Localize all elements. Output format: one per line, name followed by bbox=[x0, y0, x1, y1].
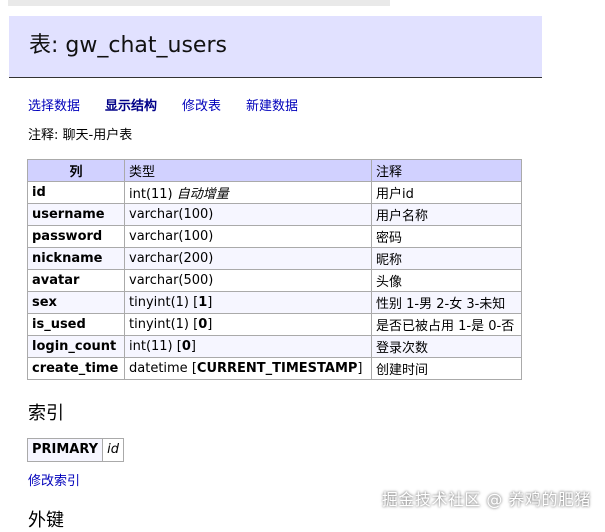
field-type-name: tinyint(1) bbox=[129, 295, 190, 310]
field-comment: 用户id bbox=[371, 181, 522, 204]
field-type-name: varchar(100) bbox=[129, 229, 214, 244]
index-columns: id bbox=[107, 442, 119, 457]
field-type-name: datetime bbox=[129, 361, 188, 376]
nav-alter-table-link[interactable]: 修改表 bbox=[182, 98, 221, 116]
title-bar: 表: gw_chat_users bbox=[9, 16, 542, 78]
field-comment: 登录次数 bbox=[371, 335, 522, 358]
edit-indexes-link[interactable]: 修改索引 bbox=[28, 473, 80, 491]
field-default: 1 bbox=[198, 295, 208, 310]
field-name: create_time bbox=[27, 357, 125, 380]
table-row: password varchar(100) 密码 bbox=[27, 225, 522, 248]
field-name: username bbox=[27, 203, 125, 226]
field-name: is_used bbox=[27, 313, 125, 336]
header-comment: 注释 bbox=[371, 159, 522, 182]
table-row: sex tinyint(1) [1] 性别 1-男 2-女 3-未知 bbox=[27, 291, 522, 314]
field-extra: 自动增量 bbox=[176, 187, 229, 202]
watermark: 掘金技术社区 @ 养鸡的肥猪 bbox=[381, 490, 591, 509]
field-comment: 昵称 bbox=[371, 247, 522, 270]
field-name: password bbox=[27, 225, 125, 248]
field-comment: 头像 bbox=[371, 269, 522, 292]
field-type: tinyint(1) [1] bbox=[124, 291, 372, 314]
index-row: PRIMARY id bbox=[27, 438, 124, 462]
table-row: nickname varchar(200) 昵称 bbox=[27, 247, 522, 270]
field-comment: 是否已被占用 1-是 0-否 bbox=[371, 313, 522, 336]
header-type: 类型 bbox=[124, 159, 372, 182]
field-type-name: int(11) bbox=[129, 339, 173, 354]
nav-select-data-link[interactable]: 选择数据 bbox=[28, 98, 80, 116]
field-type-name: varchar(500) bbox=[129, 273, 214, 288]
structure-table: 列 类型 注释 id int(11) 自动增量 用户id username varcha… bbox=[27, 159, 522, 380]
field-default: CURRENT_TIMESTAMP bbox=[196, 361, 358, 376]
horizontal-scrollbar[interactable] bbox=[8, 0, 390, 6]
field-type: int(11) [0] bbox=[124, 335, 372, 358]
field-comment: 创建时间 bbox=[371, 357, 522, 380]
field-name: avatar bbox=[27, 269, 125, 292]
field-type-name: varchar(100) bbox=[129, 207, 214, 222]
index-type: PRIMARY bbox=[28, 439, 104, 461]
table-row: is_used tinyint(1) [0] 是否已被占用 1-是 0-否 bbox=[27, 313, 522, 336]
field-comment: 密码 bbox=[371, 225, 522, 248]
field-default: 0 bbox=[181, 339, 191, 354]
field-default: 0 bbox=[198, 317, 208, 332]
field-name: login_count bbox=[27, 335, 125, 358]
foreign-keys-heading: 外键 bbox=[28, 510, 64, 531]
nav-new-item-link[interactable]: 新建数据 bbox=[246, 98, 298, 116]
field-type-name: tinyint(1) bbox=[129, 317, 190, 332]
table-nav: 选择数据 显示结构 修改表 新建数据 bbox=[28, 98, 323, 116]
table-row: username varchar(100) 用户名称 bbox=[27, 203, 522, 226]
field-name: id bbox=[27, 181, 125, 204]
field-name: sex bbox=[27, 291, 125, 314]
field-name: nickname bbox=[27, 247, 125, 270]
field-type: varchar(500) bbox=[124, 269, 372, 292]
field-comment: 用户名称 bbox=[371, 203, 522, 226]
field-type: int(11) 自动增量 bbox=[124, 181, 372, 204]
table-row: avatar varchar(500) 头像 bbox=[27, 269, 522, 292]
table-row: login_count int(11) [0] 登录次数 bbox=[27, 335, 522, 358]
table-row: id int(11) 自动增量 用户id bbox=[27, 181, 522, 204]
field-type: varchar(200) bbox=[124, 247, 372, 270]
indexes-heading: 索引 bbox=[28, 403, 64, 424]
field-type: varchar(100) bbox=[124, 203, 372, 226]
field-type-name: varchar(200) bbox=[129, 251, 214, 266]
table-header-row: 列 类型 注释 bbox=[27, 159, 522, 182]
field-type: tinyint(1) [0] bbox=[124, 313, 372, 336]
field-type: varchar(100) bbox=[124, 225, 372, 248]
header-column: 列 bbox=[27, 159, 125, 182]
table-row: create_time datetime [CURRENT_TIMESTAMP] 创… bbox=[27, 357, 522, 380]
field-comment: 性别 1-男 2-女 3-未知 bbox=[371, 291, 522, 314]
field-type: datetime [CURRENT_TIMESTAMP] bbox=[124, 357, 372, 380]
field-type-name: int(11) bbox=[129, 187, 173, 202]
page-title: 表: gw_chat_users bbox=[29, 33, 227, 58]
nav-show-structure-link[interactable]: 显示结构 bbox=[105, 98, 157, 116]
table-comment: 注释: 聊天-用户表 bbox=[28, 128, 133, 143]
